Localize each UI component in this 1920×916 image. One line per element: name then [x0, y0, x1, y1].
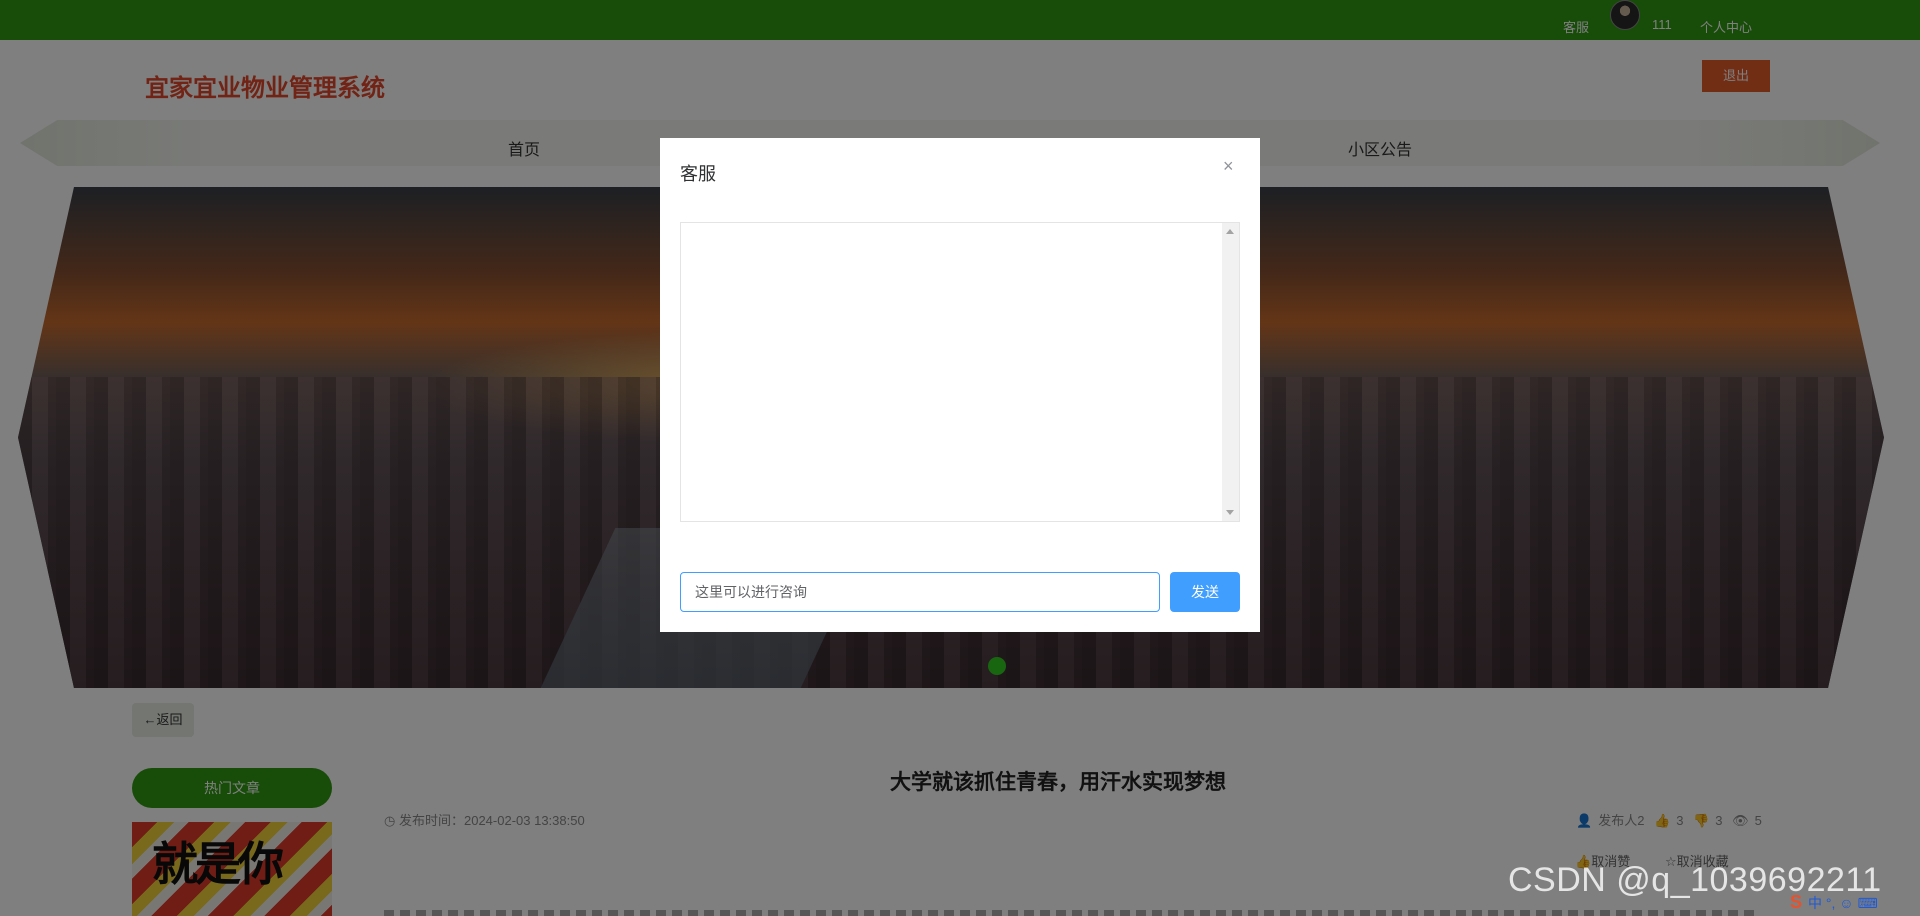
dialog-title: 客服	[680, 164, 716, 184]
keyboard-icon: ⌨	[1857, 895, 1878, 911]
emoji-icon: ☺	[1839, 895, 1854, 911]
ime-mode-label: 中	[1808, 895, 1823, 911]
close-icon[interactable]: ×	[1223, 156, 1234, 177]
sogou-ime-icon: S	[1790, 892, 1803, 912]
chat-scrollbar[interactable]	[1222, 223, 1239, 521]
ime-tray[interactable]: S中 °, ☺ ⌨	[1790, 892, 1920, 916]
scroll-up-icon[interactable]	[1226, 229, 1234, 234]
chat-history[interactable]	[680, 222, 1240, 522]
send-button[interactable]: 发送	[1170, 572, 1240, 612]
scroll-down-icon[interactable]	[1226, 510, 1234, 515]
customer-service-dialog: 客服 × 发送	[660, 138, 1260, 632]
chat-input[interactable]	[680, 572, 1160, 612]
punctuation-icon: °,	[1825, 895, 1836, 911]
